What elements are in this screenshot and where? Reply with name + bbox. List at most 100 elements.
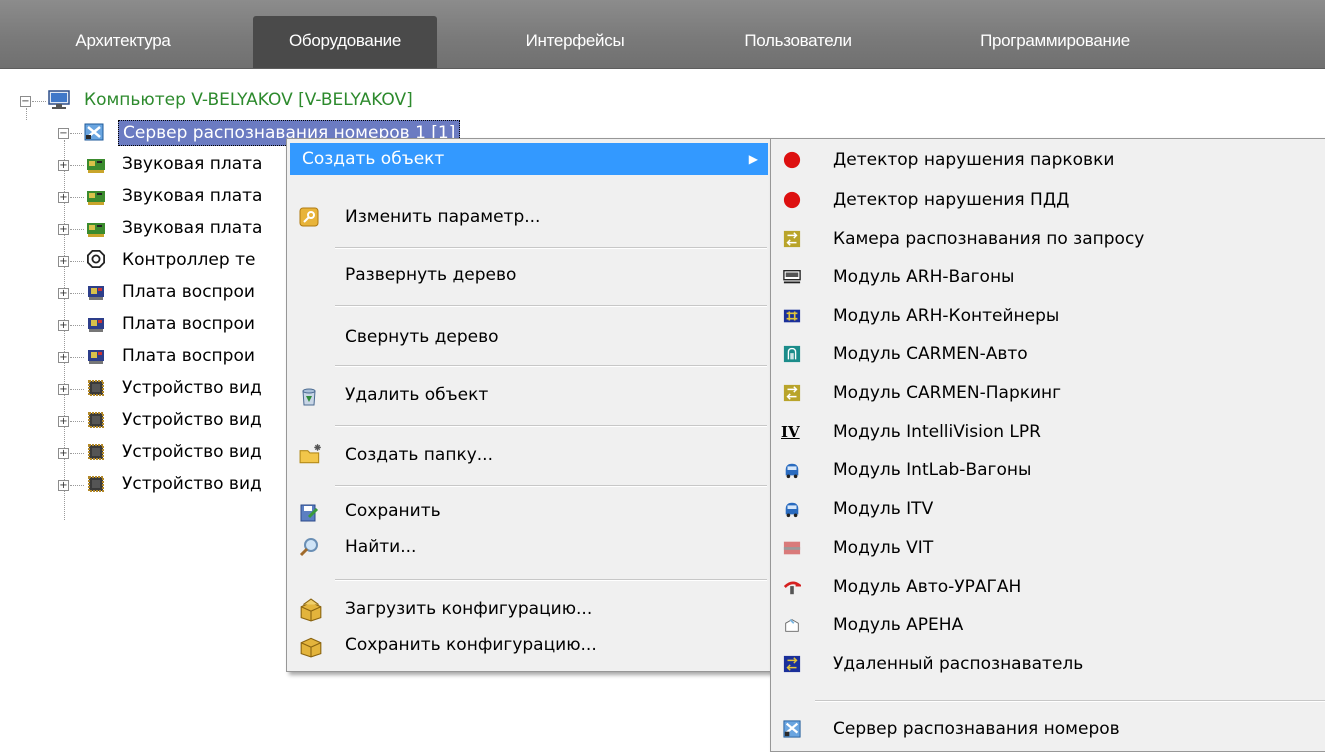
menu-item-save-config[interactable]: Сохранить конфигурацию... — [287, 629, 771, 661]
menu-item-label: Модуль IntLab-Вагоны — [833, 460, 1032, 480]
create-object-submenu: Детектор нарушения парковки Детектор нар… — [770, 138, 1325, 752]
sound-card-icon — [87, 159, 105, 173]
submenu-item-arh-containers[interactable]: Модуль ARH-Контейнеры — [771, 298, 1325, 334]
expand-icon[interactable]: + — [58, 192, 69, 203]
collapse-icon[interactable]: − — [20, 96, 31, 107]
tree-node-computer[interactable]: − Компьютер V-BELYAKOV [V-BELYAKOV] — [0, 84, 700, 116]
tree-connector — [70, 165, 84, 166]
submenu-item-arena[interactable]: Модуль АРЕНА — [771, 607, 1325, 643]
tree-node-label: Устройство вид — [122, 378, 262, 398]
tree-node-label: Устройство вид — [122, 474, 262, 494]
itv-icon — [785, 502, 799, 518]
menu-item-label: Модуль АРЕНА — [833, 615, 964, 635]
tab-architecture[interactable]: Архитектура — [28, 16, 218, 68]
menu-item-label: Модуль ARH-Контейнеры — [833, 306, 1060, 326]
tab-programming[interactable]: Программирование — [930, 16, 1180, 68]
tree-node-video-device[interactable]: + Устройство вид — [0, 404, 320, 436]
expand-icon[interactable]: + — [58, 320, 69, 331]
expand-icon[interactable]: + — [58, 288, 69, 299]
menu-item-label: Изменить параметр... — [345, 207, 541, 227]
submenu-item-itv[interactable]: Модуль ITV — [771, 491, 1325, 527]
tree-connector — [32, 101, 46, 102]
expand-icon[interactable]: + — [58, 384, 69, 395]
tree-connector — [70, 229, 84, 230]
menu-item-label: Создать папку... — [345, 445, 493, 465]
tree-connector — [70, 133, 82, 134]
tree-node-controller[interactable]: + Контроллер те — [0, 244, 320, 276]
submenu-item-vit[interactable]: Модуль VIT — [771, 530, 1325, 566]
carmen-parking-icon — [783, 384, 801, 402]
submenu-item-intellivision[interactable]: IV Модуль IntelliVision LPR — [771, 414, 1325, 450]
tree-connector — [70, 485, 84, 486]
tree-node-playback-board[interactable]: + Плата воспрои — [0, 308, 320, 340]
menu-item-change-param[interactable]: Изменить параметр... — [287, 201, 771, 233]
menu-item-label: Сохранить конфигурацию... — [345, 635, 597, 655]
playback-board-icon — [88, 318, 104, 332]
menu-separator — [815, 700, 1325, 702]
submenu-item-arh-wagons[interactable]: Модуль ARH-Вагоны — [771, 259, 1325, 295]
submenu-item-traffic-violation-detector[interactable]: Детектор нарушения ПДД — [771, 182, 1325, 218]
tree-node-video-device[interactable]: + Устройство вид — [0, 436, 320, 468]
tree-connector — [70, 357, 84, 358]
expand-icon[interactable]: + — [58, 480, 69, 491]
submenu-item-recognition-camera[interactable]: Камера распознавания по запросу — [771, 221, 1325, 257]
vit-icon — [783, 541, 801, 555]
expand-icon[interactable]: + — [58, 256, 69, 267]
tab-interfaces[interactable]: Интерфейсы — [480, 16, 670, 68]
menu-item-label: Развернуть дерево — [345, 265, 517, 285]
menu-item-save[interactable]: Сохранить — [287, 495, 771, 527]
menu-separator — [335, 579, 767, 581]
tree-node-video-device[interactable]: + Устройство вид — [0, 372, 320, 404]
carmen-auto-icon — [783, 345, 801, 363]
tree-node-label: Плата воспрои — [122, 346, 255, 366]
arena-icon — [785, 618, 799, 632]
menu-item-create-folder[interactable]: Создать папку... — [287, 439, 771, 471]
key-icon — [299, 207, 319, 227]
menu-item-label: Модуль ARH-Вагоны — [833, 267, 1015, 287]
expand-icon[interactable]: + — [58, 160, 69, 171]
submenu-item-remote-recognizer[interactable]: Удаленный распознаватель — [771, 646, 1325, 682]
video-device-icon — [88, 476, 104, 492]
submenu-item-parking-detector[interactable]: Детектор нарушения парковки — [771, 142, 1325, 178]
tree-node-sound-card[interactable]: + Звуковая плата — [0, 180, 320, 212]
tree-connector — [70, 197, 84, 198]
tree-node-sound-card[interactable]: + Звуковая плата — [0, 148, 320, 180]
submenu-item-intlab-wagons[interactable]: Модуль IntLab-Вагоны — [771, 452, 1325, 488]
submenu-item-carmen-parking[interactable]: Модуль CARMEN-Паркинг — [771, 375, 1325, 411]
sound-card-icon — [87, 223, 105, 237]
menu-item-expand-tree[interactable]: Развернуть дерево — [287, 259, 771, 291]
menu-item-delete-object[interactable]: Удалить объект — [287, 379, 771, 411]
menu-item-label: Детектор нарушения парковки — [833, 150, 1115, 170]
playback-board-icon — [88, 350, 104, 364]
tree-node-label: Звуковая плата — [122, 154, 263, 174]
submenu-item-carmen-auto[interactable]: Модуль CARMEN-Авто — [771, 336, 1325, 372]
menu-item-label: Сохранить — [345, 501, 441, 521]
expand-icon[interactable]: + — [58, 416, 69, 427]
menu-item-find[interactable]: Найти... — [287, 531, 771, 563]
expand-icon[interactable]: + — [58, 448, 69, 459]
expand-icon[interactable]: + — [58, 352, 69, 363]
submenu-item-auto-uragan[interactable]: Модуль Авто-УРАГАН — [771, 569, 1325, 605]
collapse-icon[interactable]: − — [58, 128, 69, 139]
save-config-box-icon — [300, 637, 322, 658]
intellivision-icon: IV — [781, 423, 800, 441]
menu-item-label: Модуль ITV — [833, 499, 934, 519]
tree-node-sound-card[interactable]: + Звуковая плата — [0, 212, 320, 244]
tree-node-video-device[interactable]: + Устройство вид — [0, 468, 320, 500]
submenu-item-recognition-server[interactable]: Сервер распознавания номеров — [771, 711, 1325, 747]
recognition-server-icon — [84, 123, 104, 141]
submenu-arrow-icon: ▶ — [748, 152, 758, 166]
new-folder-icon — [299, 444, 321, 464]
tree-node-label: Устройство вид — [122, 442, 262, 462]
tab-equipment[interactable]: Оборудование — [253, 16, 437, 68]
intlab-icon — [785, 463, 799, 479]
menu-separator — [335, 425, 767, 427]
menu-item-create-object[interactable]: Создать объект ▶ — [290, 143, 768, 175]
menu-item-collapse-tree[interactable]: Свернуть дерево — [287, 321, 771, 353]
tree-connector — [70, 261, 84, 262]
tab-users[interactable]: Пользователи — [703, 16, 893, 68]
tree-node-playback-board[interactable]: + Плата воспрои — [0, 340, 320, 372]
menu-item-load-config[interactable]: Загрузить конфигурацию... — [287, 593, 771, 625]
tree-node-playback-board[interactable]: + Плата воспрои — [0, 276, 320, 308]
expand-icon[interactable]: + — [58, 224, 69, 235]
